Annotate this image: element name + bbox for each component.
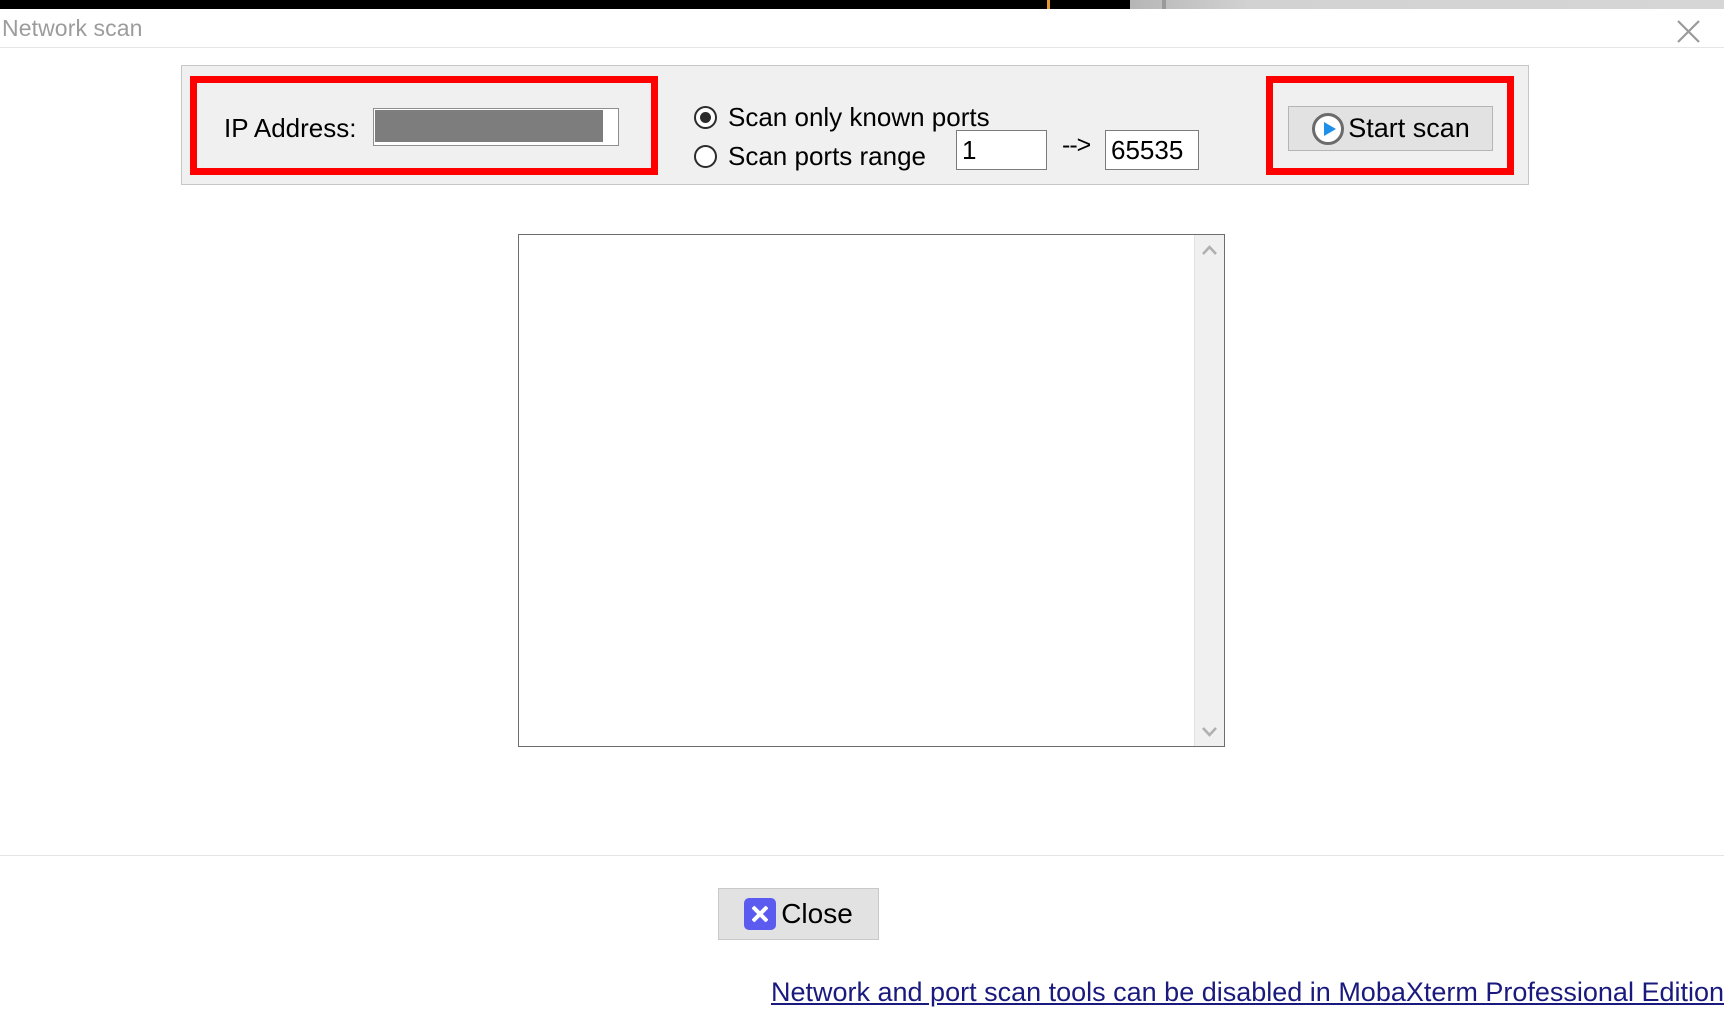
- close-window-button[interactable]: [1660, 9, 1716, 47]
- top-strip-tick-marker: [1047, 0, 1050, 9]
- close-dialog-button[interactable]: Close: [718, 888, 879, 940]
- start-scan-label: Start scan: [1348, 113, 1470, 143]
- dialog-title-bar: Network scan: [0, 9, 1724, 48]
- play-circle-icon: [1312, 112, 1345, 145]
- scroll-up-button[interactable]: [1195, 235, 1224, 265]
- radio-known-label: Scan only known ports: [728, 102, 990, 132]
- chevron-down-icon: [1202, 726, 1217, 737]
- top-strip-black-segment: [0, 0, 1080, 9]
- radio-range-mark[interactable]: [694, 145, 717, 168]
- x-square-icon: [744, 898, 777, 930]
- start-scan-button[interactable]: Start scan: [1288, 106, 1493, 151]
- close-button-label: Close: [781, 898, 853, 929]
- radio-known-mark[interactable]: [694, 106, 717, 129]
- scan-results-text: [523, 237, 1193, 737]
- close-icon: [1676, 20, 1700, 43]
- ip-address-label: IP Address:: [224, 113, 357, 143]
- ip-address-redaction-block: [375, 110, 603, 142]
- scan-results-scrollbar[interactable]: [1194, 235, 1224, 746]
- top-strip-gray-segment: [1130, 0, 1724, 9]
- radio-scan-only-known-ports[interactable]: Scan only known ports: [694, 102, 990, 133]
- top-strip-black-segment-2: [1052, 0, 1130, 9]
- scan-results-area[interactable]: [518, 234, 1225, 747]
- port-range-arrow: -->: [1062, 131, 1091, 159]
- top-strip-gray-notch: [1162, 0, 1166, 9]
- port-range-end-input[interactable]: 65535: [1105, 130, 1199, 170]
- professional-edition-promo-link[interactable]: Network and port scan tools can be disab…: [771, 977, 1724, 1008]
- radio-scan-ports-range[interactable]: Scan ports range: [694, 141, 926, 172]
- chevron-up-icon: [1202, 244, 1217, 255]
- page-title: Network scan: [2, 15, 143, 41]
- ip-address-input[interactable]: [373, 108, 619, 146]
- scroll-down-button[interactable]: [1195, 716, 1224, 746]
- port-range-start-input[interactable]: 1: [956, 130, 1047, 170]
- radio-range-label: Scan ports range: [728, 141, 927, 171]
- footer-separator: [0, 855, 1724, 856]
